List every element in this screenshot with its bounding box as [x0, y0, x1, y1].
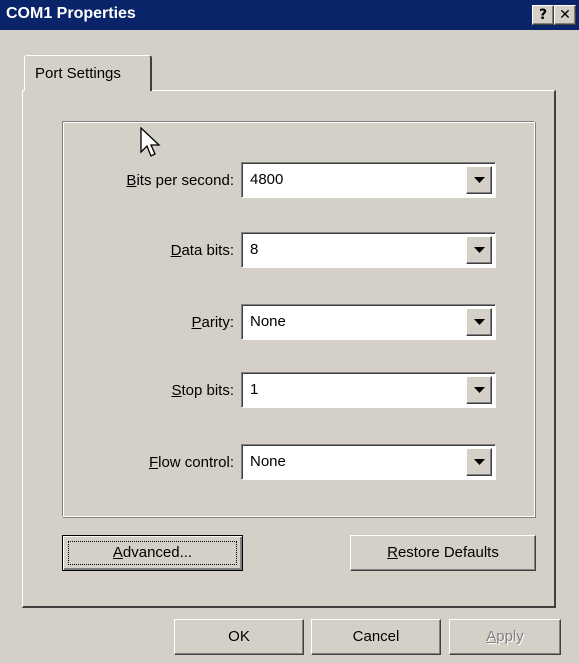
apply-button[interactable]: Apply — [449, 619, 561, 655]
bits-per-second-select[interactable]: 4800 — [241, 162, 496, 198]
parity-value: None — [250, 313, 286, 330]
cancel-button[interactable]: Cancel — [311, 619, 441, 655]
window-title: COM1 Properties — [6, 5, 136, 22]
flow-control-value: None — [250, 453, 286, 470]
parity-select[interactable]: None — [241, 304, 496, 340]
bits-per-second-label: Bits per second: — [126, 172, 234, 189]
restore-defaults-button[interactable]: Restore Defaults — [350, 535, 536, 571]
bits-per-second-value: 4800 — [250, 171, 284, 188]
tab-port-settings[interactable]: Port Settings — [24, 55, 152, 91]
dropdown-arrow-icon[interactable] — [466, 236, 492, 264]
flow-control-select[interactable]: None — [241, 444, 496, 480]
dropdown-arrow-icon[interactable] — [466, 448, 492, 476]
help-button[interactable]: ? — [532, 5, 554, 25]
flow-control-label: Flow control: — [148, 454, 234, 471]
mouse-pointer-icon — [140, 127, 161, 157]
tab-port-settings-label: Port Settings — [35, 65, 121, 82]
parity-label: Parity: — [191, 314, 234, 331]
stop-bits-select[interactable]: 1 — [241, 372, 496, 408]
close-button[interactable]: ✕ — [554, 5, 576, 25]
dropdown-arrow-icon[interactable] — [466, 308, 492, 336]
ok-button[interactable]: OK — [174, 619, 304, 655]
stop-bits-label: Stop bits: — [171, 382, 234, 399]
dropdown-arrow-icon[interactable] — [466, 376, 492, 404]
stop-bits-value: 1 — [250, 381, 259, 398]
title-bar[interactable]: COM1 Properties ? ✕ — [0, 0, 579, 30]
data-bits-select[interactable]: 8 — [241, 232, 496, 268]
dropdown-arrow-icon[interactable] — [466, 166, 492, 194]
advanced-button[interactable]: Advanced... — [62, 535, 243, 571]
data-bits-value: 8 — [250, 241, 259, 258]
data-bits-label: Data bits: — [170, 242, 234, 259]
com1-properties-dialog: COM1 Properties ? ✕ Port Settings Bits p… — [0, 0, 579, 663]
